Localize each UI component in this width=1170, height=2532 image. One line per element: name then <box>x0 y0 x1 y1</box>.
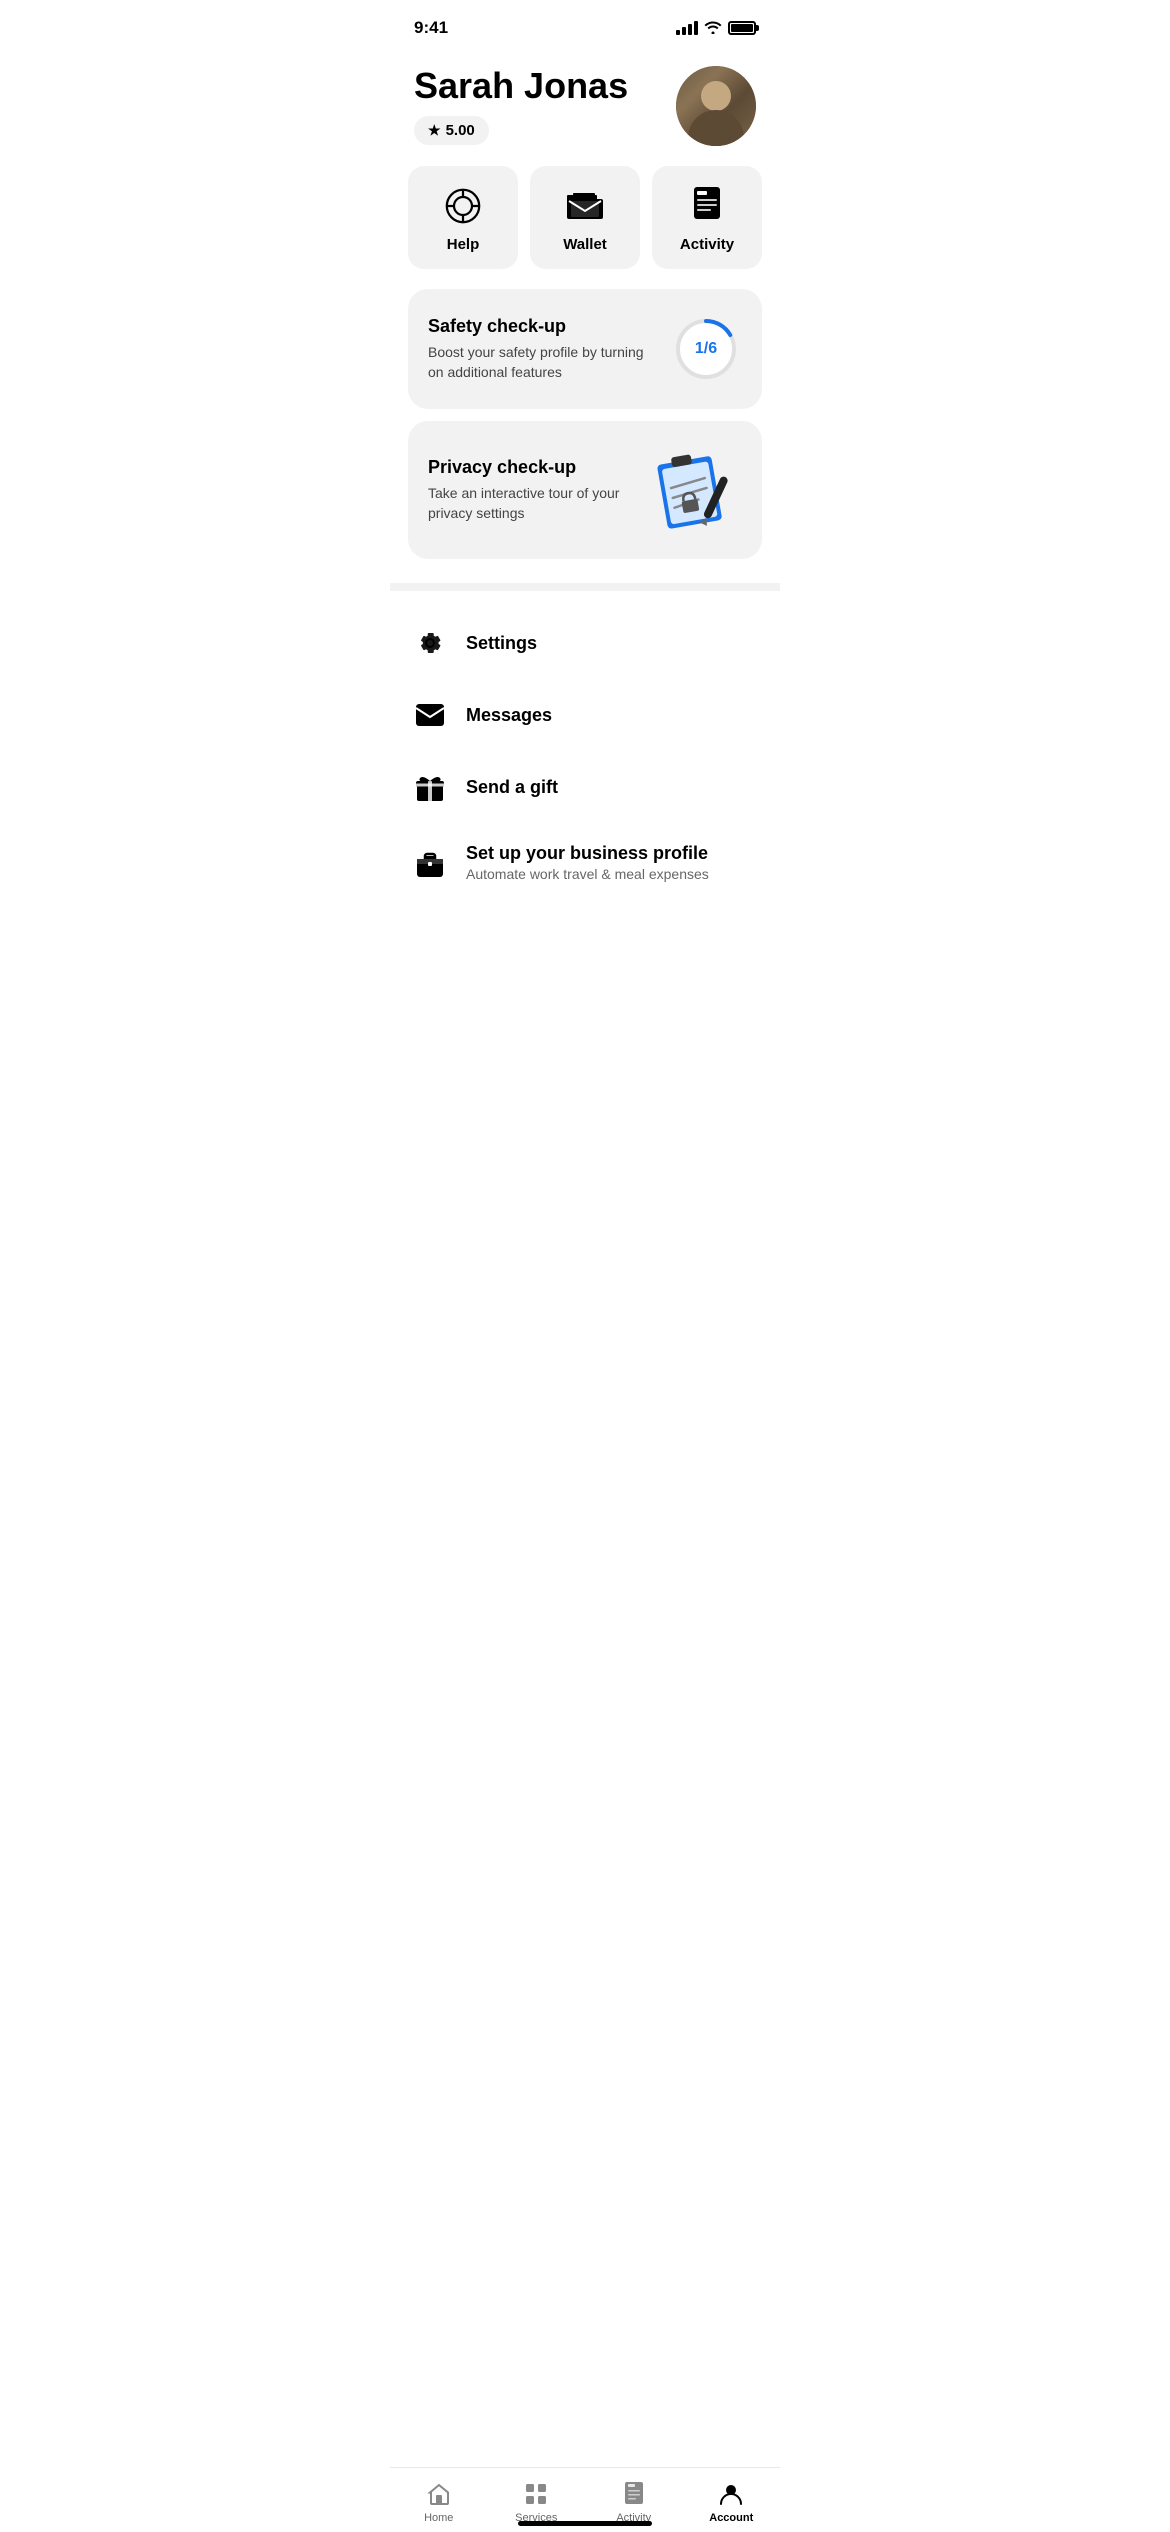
avatar[interactable] <box>676 66 756 146</box>
settings-text: Settings <box>466 633 537 654</box>
briefcase-icon <box>414 847 446 879</box>
nav-account-label: Account <box>709 2512 753 2524</box>
activity-action-card[interactable]: Activity <box>652 166 762 269</box>
nav-activity[interactable]: Activity <box>585 2480 683 2524</box>
nav-home[interactable]: Home <box>390 2480 488 2524</box>
user-name: Sarah Jonas <box>414 66 628 106</box>
battery-icon <box>728 21 756 35</box>
gift-icon <box>414 771 446 803</box>
safety-card-title: Safety check-up <box>428 316 654 337</box>
messages-menu-item[interactable]: Messages <box>390 679 780 751</box>
star-icon: ★ <box>428 122 441 139</box>
status-icons <box>676 20 756 37</box>
nav-home-label: Home <box>424 2512 453 2524</box>
safety-checkup-card[interactable]: Safety check-up Boost your safety profil… <box>408 289 762 409</box>
safety-card-description: Boost your safety profile by turning on … <box>428 343 654 382</box>
section-separator <box>390 583 780 591</box>
business-profile-title: Set up your business profile <box>466 843 709 864</box>
home-icon <box>425 2480 453 2508</box>
business-profile-text: Set up your business profile Automate wo… <box>466 843 709 882</box>
safety-progress-circle: 1/6 <box>670 313 742 385</box>
account-icon <box>717 2480 745 2508</box>
safety-card-text: Safety check-up Boost your safety profil… <box>428 316 670 382</box>
gear-icon <box>414 627 446 659</box>
privacy-illustration <box>652 445 742 535</box>
rating-value: 5.00 <box>446 122 475 139</box>
send-gift-text: Send a gift <box>466 777 558 798</box>
signal-icon <box>676 21 698 35</box>
privacy-card-text: Privacy check-up Take an interactive tou… <box>428 457 652 523</box>
safety-progress-text: 1/6 <box>695 340 717 358</box>
wallet-label: Wallet <box>563 236 607 253</box>
rating-badge: ★ 5.00 <box>414 116 489 145</box>
wallet-icon <box>565 186 605 226</box>
send-gift-menu-item[interactable]: Send a gift <box>390 751 780 823</box>
nav-activity-icon <box>620 2480 648 2508</box>
envelope-icon <box>414 699 446 731</box>
activity-icon <box>687 186 727 226</box>
quick-actions: Help Wallet <box>390 166 780 269</box>
home-indicator <box>518 2521 652 2526</box>
settings-title: Settings <box>466 633 537 654</box>
nav-services[interactable]: Services <box>488 2480 586 2524</box>
status-time: 9:41 <box>414 18 448 38</box>
privacy-card-title: Privacy check-up <box>428 457 636 478</box>
nav-account[interactable]: Account <box>683 2480 781 2524</box>
messages-title: Messages <box>466 705 552 726</box>
services-icon <box>522 2480 550 2508</box>
header: Sarah Jonas ★ 5.00 <box>390 50 780 166</box>
wifi-icon <box>704 20 722 37</box>
privacy-checkup-card[interactable]: Privacy check-up Take an interactive tou… <box>408 421 762 559</box>
status-bar: 9:41 <box>390 0 780 50</box>
business-profile-menu-item[interactable]: Set up your business profile Automate wo… <box>390 823 780 902</box>
settings-menu-item[interactable]: Settings <box>390 607 780 679</box>
activity-label: Activity <box>680 236 734 253</box>
business-profile-subtitle: Automate work travel & meal expenses <box>466 866 709 882</box>
send-gift-title: Send a gift <box>466 777 558 798</box>
help-action-card[interactable]: Help <box>408 166 518 269</box>
wallet-action-card[interactable]: Wallet <box>530 166 640 269</box>
privacy-card-description: Take an interactive tour of your privacy… <box>428 484 636 523</box>
cards-section: Safety check-up Boost your safety profil… <box>390 289 780 559</box>
menu-list: Settings Messages <box>390 599 780 910</box>
help-icon <box>443 186 483 226</box>
help-label: Help <box>447 236 480 253</box>
messages-text: Messages <box>466 705 552 726</box>
